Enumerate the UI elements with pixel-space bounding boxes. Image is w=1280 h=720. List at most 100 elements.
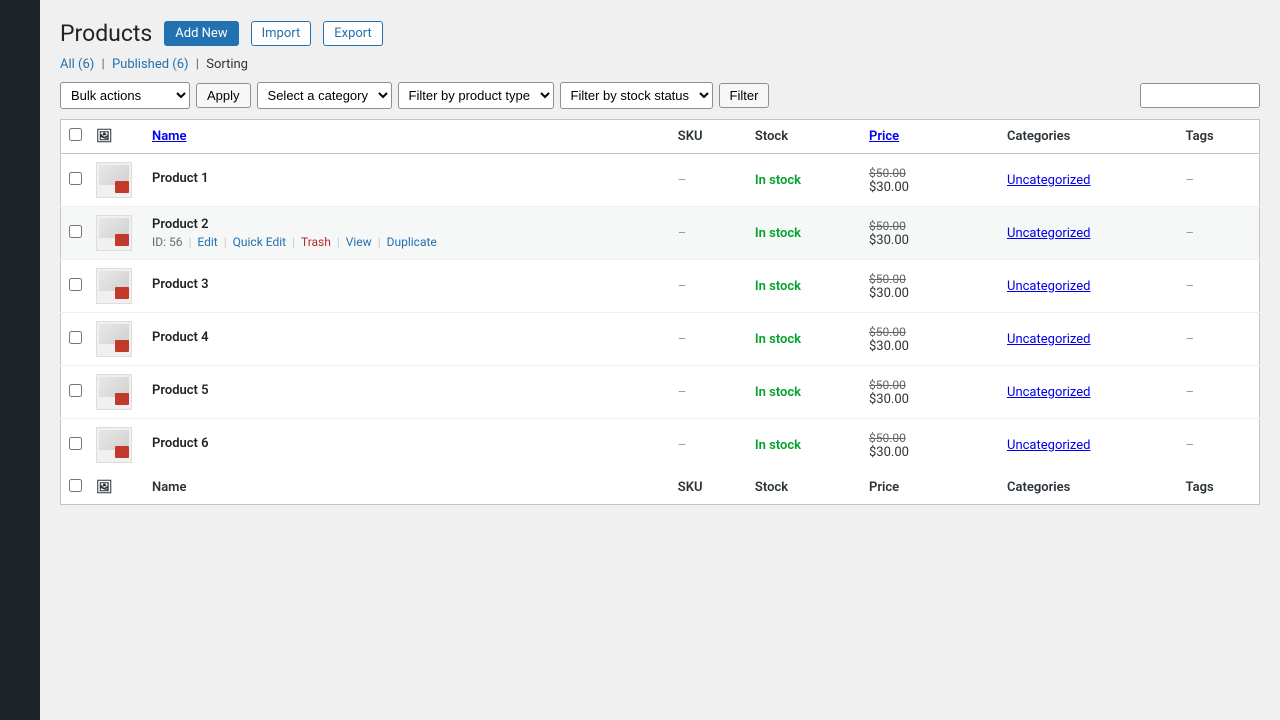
product-tags-cell: – — [1176, 419, 1260, 472]
stock-status: In stock — [755, 385, 801, 400]
row-checkbox-cell — [61, 154, 87, 207]
table-nav: Bulk actions Apply Select a category Fil… — [60, 82, 1260, 109]
product-name-link[interactable]: Product 2 — [152, 217, 209, 232]
product-name-cell: Product 3 — [142, 260, 668, 313]
export-button[interactable]: Export — [323, 21, 383, 46]
category-link[interactable]: Uncategorized — [1007, 226, 1090, 241]
category-filter-select[interactable]: Select a category — [257, 82, 392, 109]
admin-sidebar — [0, 0, 40, 720]
product-thumbnail — [96, 268, 132, 304]
table-row: Product 4 – In stock $50.00$30.00 Uncategori… — [61, 313, 1260, 366]
product-name-cell: Product 1 — [142, 154, 668, 207]
stock-status-filter-select[interactable]: Filter by stock status — [560, 82, 713, 109]
sku-value: – — [678, 438, 687, 453]
price-sale: $30.00 — [869, 445, 987, 460]
category-link[interactable]: Uncategorized — [1007, 438, 1090, 453]
search-box — [1140, 83, 1260, 108]
view-published[interactable]: Published (6) — [112, 57, 189, 72]
product-price-cell: $50.00$30.00 — [859, 260, 997, 313]
product-thumb-cell — [86, 366, 142, 419]
product-stock-cell: In stock — [745, 419, 859, 472]
stock-status: In stock — [755, 438, 801, 453]
product-name-cell: Product 2 ID: 56 | Edit | Quick Edit | T… — [142, 207, 668, 260]
product-categories-cell: Uncategorized — [997, 154, 1176, 207]
product-name-link[interactable]: Product 4 — [152, 330, 209, 345]
product-thumb-cell — [86, 207, 142, 260]
product-sku-cell: – — [668, 313, 745, 366]
edit-link[interactable]: Edit — [197, 235, 217, 249]
name-header[interactable]: Name — [142, 120, 668, 154]
view-link[interactable]: View — [346, 235, 372, 249]
tags-header: Tags — [1176, 120, 1260, 154]
price-footer: Price — [859, 471, 997, 505]
name-footer: Name — [142, 471, 668, 505]
product-name-link[interactable]: Product 3 — [152, 277, 209, 292]
row-checkbox[interactable] — [69, 278, 82, 291]
price-sort-link[interactable]: Price — [869, 129, 899, 144]
product-sku-cell: – — [668, 260, 745, 313]
row-checkbox[interactable] — [69, 331, 82, 344]
category-link[interactable]: Uncategorized — [1007, 173, 1090, 188]
price-original: $50.00 — [869, 219, 987, 233]
product-name-link[interactable]: Product 6 — [152, 436, 209, 451]
price-sale: $30.00 — [869, 339, 987, 354]
product-price-cell: $50.00$30.00 — [859, 154, 997, 207]
quick-edit-link[interactable]: Quick Edit — [233, 235, 286, 249]
stock-status: In stock — [755, 332, 801, 347]
filter-button[interactable]: Filter — [719, 83, 770, 108]
row-checkbox[interactable] — [69, 384, 82, 397]
product-categories-cell: Uncategorized — [997, 419, 1176, 472]
tags-value: – — [1186, 385, 1195, 400]
product-thumbnail — [96, 321, 132, 357]
tags-footer: Tags — [1176, 471, 1260, 505]
row-checkbox[interactable] — [69, 225, 82, 238]
price-original: $50.00 — [869, 325, 987, 339]
products-table: 🖼 Name SKU Stock Price Categories Tags P… — [60, 119, 1260, 505]
table-row: Product 2 ID: 56 | Edit | Quick Edit | T… — [61, 207, 1260, 260]
add-new-button[interactable]: Add New — [164, 21, 238, 46]
name-sort-link[interactable]: Name — [152, 129, 186, 144]
select-all-checkbox[interactable] — [69, 128, 82, 141]
select-all-footer-checkbox[interactable] — [69, 479, 82, 492]
price-sale: $30.00 — [869, 286, 987, 301]
table-footer-row: 🖼 Name SKU Stock Price Categories Tags — [61, 471, 1260, 505]
price-header[interactable]: Price — [859, 120, 997, 154]
product-tags-cell: – — [1176, 260, 1260, 313]
category-link[interactable]: Uncategorized — [1007, 279, 1090, 294]
quick-edit-action: Quick Edit — [233, 235, 286, 249]
import-button[interactable]: Import — [251, 21, 312, 46]
main-content: Products Add New Import Export All (6) |… — [40, 0, 1280, 720]
edit-action: Edit — [197, 235, 217, 249]
category-link[interactable]: Uncategorized — [1007, 385, 1090, 400]
view-all[interactable]: All (6) — [60, 57, 94, 72]
apply-button[interactable]: Apply — [196, 83, 251, 108]
product-categories-cell: Uncategorized — [997, 313, 1176, 366]
sku-value: – — [678, 332, 687, 347]
product-name-link[interactable]: Product 1 — [152, 171, 209, 186]
tags-value: – — [1186, 226, 1195, 241]
product-stock-cell: In stock — [745, 366, 859, 419]
row-checkbox[interactable] — [69, 437, 82, 450]
bulk-actions-select[interactable]: Bulk actions — [60, 82, 190, 109]
category-link[interactable]: Uncategorized — [1007, 332, 1090, 347]
view-sorting: Sorting — [206, 57, 248, 72]
product-price-cell: $50.00$30.00 — [859, 313, 997, 366]
duplicate-link[interactable]: Duplicate — [387, 235, 437, 249]
price-sale: $30.00 — [869, 233, 987, 248]
product-sku-cell: – — [668, 366, 745, 419]
product-thumbnail — [96, 215, 132, 251]
product-stock-cell: In stock — [745, 260, 859, 313]
row-checkbox[interactable] — [69, 172, 82, 185]
search-input[interactable] — [1140, 83, 1260, 108]
row-checkbox-cell — [61, 313, 87, 366]
product-sku-cell: – — [668, 207, 745, 260]
thumb-header: 🖼 — [86, 120, 142, 154]
trash-link[interactable]: Trash — [301, 235, 331, 249]
product-name-link[interactable]: Product 5 — [152, 383, 209, 398]
product-stock-cell: In stock — [745, 207, 859, 260]
trash-action: Trash — [301, 235, 331, 249]
categories-footer: Categories — [997, 471, 1176, 505]
product-sku-cell: – — [668, 419, 745, 472]
product-thumbnail — [96, 162, 132, 198]
product-type-filter-select[interactable]: Filter by product type — [398, 82, 554, 109]
